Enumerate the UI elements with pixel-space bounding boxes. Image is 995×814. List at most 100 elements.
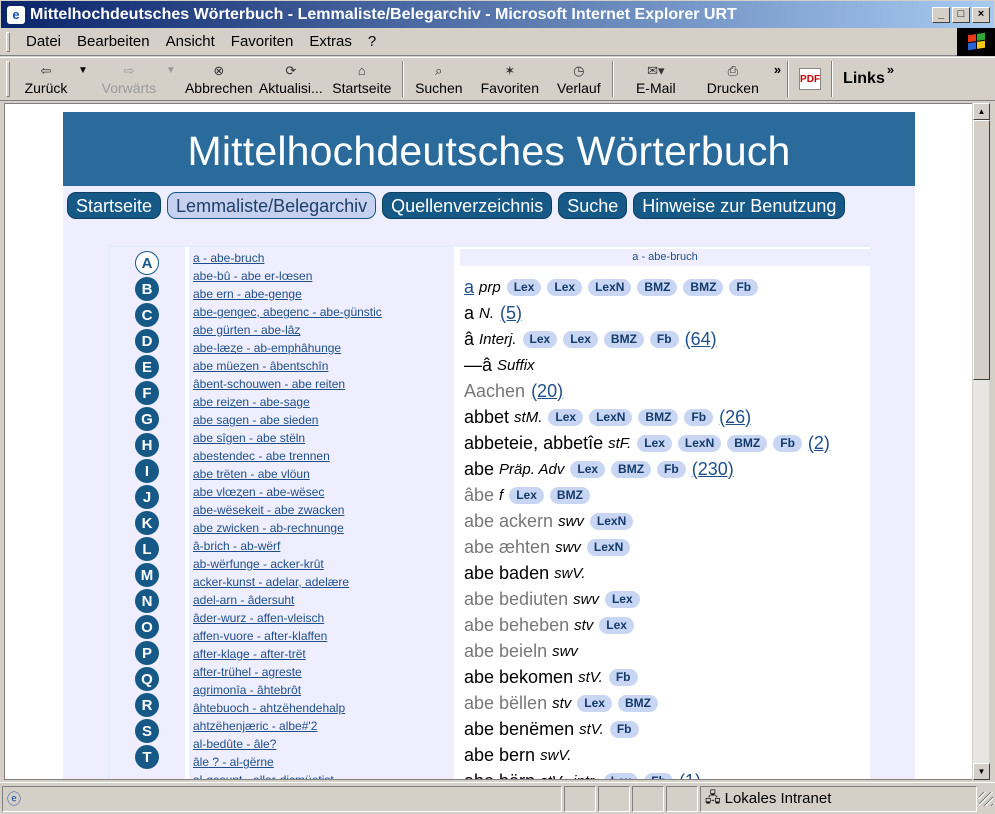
- range-link[interactable]: abe vlœȥen - abe-wësec: [193, 485, 324, 499]
- dictionary-badge[interactable]: BMZ: [611, 460, 652, 478]
- range-link[interactable]: after-klage - after-trët: [193, 647, 306, 661]
- history-button[interactable]: ◷ Verlauf: [550, 58, 608, 100]
- dictionary-badge[interactable]: Lex: [563, 330, 598, 348]
- dictionary-badge[interactable]: Lex: [599, 616, 634, 634]
- menu-help[interactable]: ?: [360, 33, 384, 50]
- letter-e[interactable]: E: [135, 355, 159, 379]
- range-link[interactable]: â-brich - ab-wërf: [193, 539, 280, 553]
- toolbar-more-icon[interactable]: »: [774, 62, 781, 77]
- range-link[interactable]: abe-gengec, abegenc - abe-günstic: [193, 305, 382, 319]
- dictionary-badge[interactable]: Fb: [657, 460, 686, 478]
- citation-count-link[interactable]: (230): [692, 459, 734, 480]
- letter-g[interactable]: G: [135, 407, 159, 431]
- dictionary-badge[interactable]: Fb: [684, 408, 714, 426]
- dictionary-badge[interactable]: Lex: [522, 330, 558, 348]
- range-link[interactable]: abe gürten - abe-lâȥ: [193, 323, 300, 337]
- dictionary-badge[interactable]: LexN: [586, 538, 631, 556]
- citation-count-link[interactable]: (64): [685, 329, 717, 350]
- dictionary-badge[interactable]: Lex: [570, 460, 606, 478]
- dictionary-badge[interactable]: Fb: [729, 278, 759, 296]
- range-link[interactable]: a - abe-bruch: [193, 251, 264, 265]
- scrollbar-thumb[interactable]: [973, 120, 990, 380]
- range-link[interactable]: abestendec - abe trennen: [193, 449, 330, 463]
- letter-p[interactable]: P: [135, 641, 159, 665]
- links-more-icon[interactable]: »: [887, 62, 894, 77]
- lemma-headword[interactable]: a: [464, 277, 474, 298]
- range-link[interactable]: abe ern - abe-genge: [193, 287, 302, 301]
- range-link[interactable]: âhtebuoch - ahtzëhendehalp: [193, 701, 345, 715]
- vertical-scrollbar[interactable]: ▲ ▼: [972, 103, 990, 780]
- forward-button[interactable]: ⇨ Vorwärts: [94, 58, 164, 100]
- citation-count-link[interactable]: (26): [719, 407, 751, 428]
- letter-n[interactable]: N: [135, 589, 159, 613]
- favorites-button[interactable]: ✶ Favoriten: [470, 58, 550, 100]
- range-link[interactable]: abe-læȥe - ab-emphâhunge: [193, 341, 341, 355]
- letter-t[interactable]: T: [135, 745, 159, 769]
- range-link[interactable]: âbent-schouwen - abe reiten: [193, 377, 345, 391]
- range-link[interactable]: abe-wësekeit - abe zwacken: [193, 503, 344, 517]
- range-link[interactable]: agrimonîa - âhtebrôt: [193, 683, 301, 697]
- mail-button[interactable]: ✉▾ E-Mail: [618, 58, 694, 100]
- range-link[interactable]: acker-kunst - adelar, adelære: [193, 575, 349, 589]
- dictionary-badge[interactable]: BMZ: [683, 278, 724, 296]
- dictionary-badge[interactable]: BMZ: [549, 486, 590, 504]
- dictionary-badge[interactable]: Lex: [509, 486, 544, 504]
- range-link[interactable]: abe sagen - abe sieden: [193, 413, 318, 427]
- dictionary-badge[interactable]: LexN: [677, 434, 722, 452]
- letter-b[interactable]: B: [135, 277, 159, 301]
- citation-count-link[interactable]: (1): [679, 771, 701, 780]
- letter-i[interactable]: I: [135, 459, 159, 483]
- dictionary-badge[interactable]: Lex: [506, 278, 542, 296]
- dictionary-badge[interactable]: BMZ: [603, 330, 644, 348]
- citation-count-link[interactable]: (20): [531, 381, 563, 402]
- resize-grip-icon[interactable]: [979, 791, 993, 806]
- dictionary-badge[interactable]: BMZ: [638, 408, 679, 426]
- letter-l[interactable]: L: [135, 537, 159, 561]
- menu-favoriten[interactable]: Favoriten: [223, 33, 302, 50]
- range-link[interactable]: adel-arn - âdersuht: [193, 593, 294, 607]
- minimize-button[interactable]: _: [932, 6, 950, 23]
- range-link[interactable]: abe sîgen - abe stëln: [193, 431, 305, 445]
- range-link[interactable]: abe-bû - abe er-lœsen: [193, 269, 312, 283]
- nav-button-0[interactable]: Startseite: [67, 191, 162, 219]
- menu-bearbeiten[interactable]: Bearbeiten: [69, 33, 158, 50]
- letter-s[interactable]: S: [135, 719, 159, 743]
- dictionary-badge[interactable]: BMZ: [727, 434, 768, 452]
- citation-count-link[interactable]: (5): [500, 303, 522, 324]
- print-button[interactable]: ⎙ Drucken: [694, 58, 772, 100]
- range-link[interactable]: al-gesunt - aller-dicmüetist: [193, 773, 334, 779]
- range-link[interactable]: al-bedûte - âle?: [193, 737, 276, 751]
- dictionary-badge[interactable]: Lex: [547, 278, 583, 296]
- nav-button-2[interactable]: Quellenverzeichnis: [382, 191, 553, 219]
- dictionary-badge[interactable]: BMZ: [617, 694, 658, 712]
- range-link[interactable]: abe zwicken - ab-rechnunge: [193, 521, 344, 535]
- maximize-button[interactable]: □: [952, 6, 970, 23]
- letter-h[interactable]: H: [135, 433, 159, 457]
- dictionary-badge[interactable]: Fb: [644, 772, 673, 779]
- letter-m[interactable]: M: [135, 563, 159, 587]
- letter-o[interactable]: O: [135, 615, 159, 639]
- range-link[interactable]: abe reiȥen - abe-sage: [193, 395, 310, 409]
- letter-j[interactable]: J: [135, 485, 159, 509]
- links-button[interactable]: Links: [837, 70, 885, 88]
- search-button[interactable]: ⌕ Suchen: [408, 58, 470, 100]
- dictionary-badge[interactable]: Fb: [608, 668, 638, 686]
- menu-ansicht[interactable]: Ansicht: [158, 33, 223, 50]
- dictionary-badge[interactable]: LexN: [588, 278, 632, 296]
- dictionary-badge[interactable]: Fb: [649, 330, 679, 348]
- letter-k[interactable]: K: [135, 511, 159, 535]
- dictionary-badge[interactable]: LexN: [589, 408, 633, 426]
- scroll-up-icon[interactable]: ▲: [973, 103, 990, 120]
- letter-a[interactable]: A: [135, 251, 159, 275]
- scroll-down-icon[interactable]: ▼: [973, 763, 990, 780]
- dictionary-badge[interactable]: Fb: [773, 434, 802, 452]
- nav-button-1[interactable]: Lemmaliste/Belegarchiv: [167, 191, 377, 219]
- range-link[interactable]: ab-wërfunge - acker-krût: [193, 557, 324, 571]
- letter-c[interactable]: C: [135, 303, 159, 327]
- nav-button-4[interactable]: Hinweise zur Benutzung: [633, 191, 846, 219]
- range-link[interactable]: abe müeȥen - âbentschîn: [193, 359, 328, 373]
- citation-count-link[interactable]: (2): [808, 433, 830, 454]
- dictionary-badge[interactable]: LexN: [589, 512, 634, 530]
- dictionary-badge[interactable]: Lex: [603, 772, 639, 779]
- dictionary-badge[interactable]: Fb: [609, 720, 639, 738]
